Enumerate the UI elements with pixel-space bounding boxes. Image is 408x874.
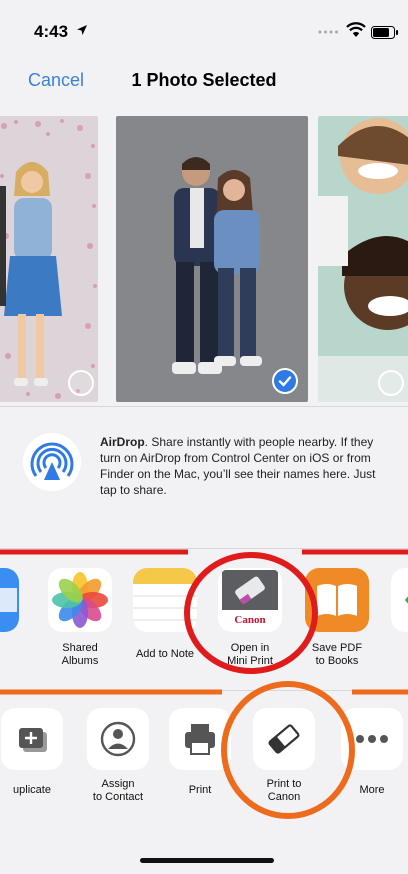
cancel-button[interactable]: Cancel (28, 70, 84, 91)
photo-thumbnail-friends[interactable] (318, 116, 408, 402)
status-time: 4:43 (34, 22, 69, 41)
photo-girl-image (0, 116, 98, 402)
battery-icon (371, 26, 398, 39)
photo-select-indicator[interactable] (378, 370, 404, 396)
signal-icon (318, 30, 338, 34)
photo-select-indicator[interactable] (68, 370, 94, 396)
home-indicator[interactable] (140, 858, 274, 863)
photo-friends-image (318, 116, 408, 402)
nav-bar: 1 Photo Selected Cancel (0, 60, 408, 104)
share-sheet: 4:43 1 Photo Selected Cancel AirDrop. Sh… (0, 0, 408, 874)
photo-selected-check[interactable] (272, 368, 298, 394)
photo-thumbnail-couple[interactable] (116, 116, 308, 402)
location-arrow-icon (77, 25, 87, 35)
airdrop-section[interactable]: AirDrop. Share instantly with people nea… (0, 412, 408, 544)
photo-thumbnail-girl[interactable] (0, 116, 98, 402)
airdrop-title: AirDrop (100, 435, 145, 449)
checkmark-icon (278, 376, 292, 387)
annotation-overlay (0, 549, 408, 819)
airdrop-description: AirDrop. Share instantly with people nea… (100, 434, 392, 498)
wifi-icon (346, 22, 366, 37)
photo-strip[interactable] (0, 112, 408, 404)
photo-couple-image (116, 116, 308, 402)
airdrop-icon (23, 433, 81, 491)
divider (0, 406, 408, 407)
status-bar: 4:43 (0, 0, 408, 60)
